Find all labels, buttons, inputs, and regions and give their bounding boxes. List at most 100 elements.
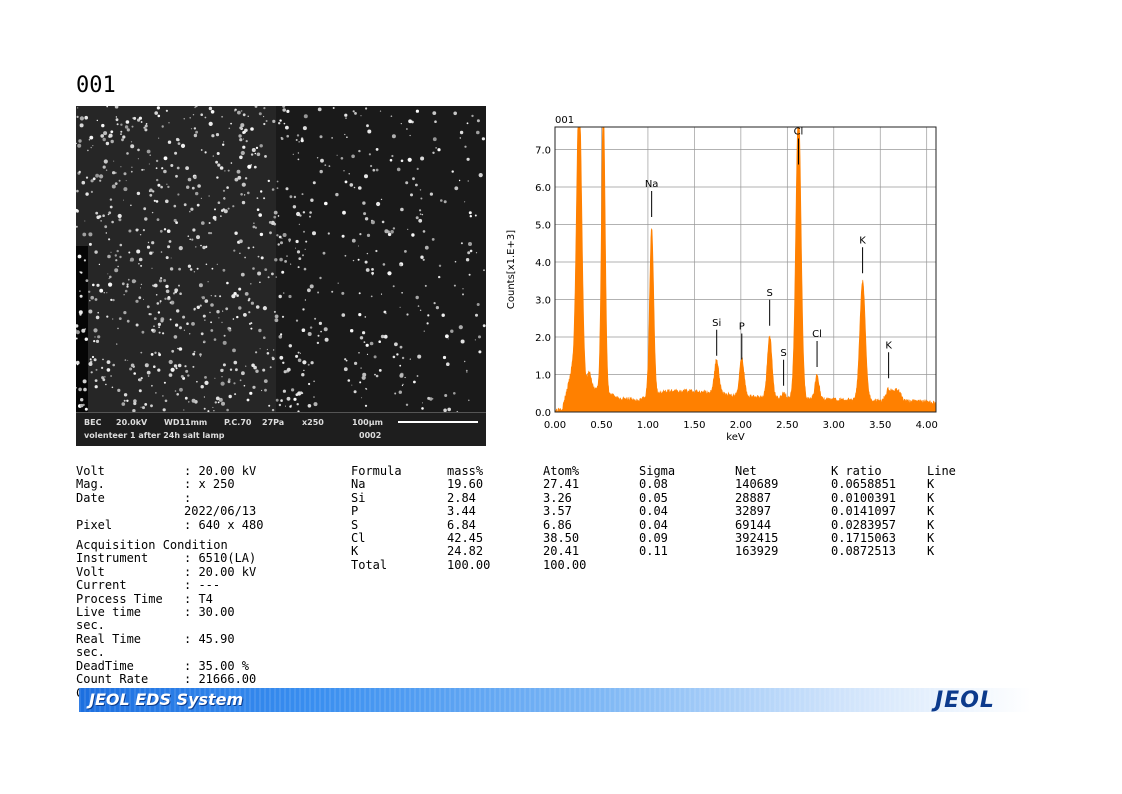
eds-spectrum-chart: 0.00 0.50 1.00 1.50 2.00 2.50 3.00 3.50 4.00 0.0 1… [506, 115, 938, 443]
results-cell [927, 559, 967, 572]
acquisition-row: Count Rate: 21666.00 [76, 672, 276, 686]
acquisition-value: : T4 [184, 591, 213, 606]
sem-mag: x250 [302, 418, 324, 427]
results-cell: 0.09 [639, 531, 668, 546]
results-cell: 2.84 [447, 490, 476, 505]
condition-label: Pixel [76, 517, 113, 532]
acquisition-label: Volt [76, 564, 105, 579]
acquisition-label: Live time [76, 605, 142, 620]
peak-label: P [739, 322, 745, 333]
acquisition-label: Current [76, 578, 127, 593]
results-cell: 0.0100391 [831, 490, 897, 505]
results-cell: 3.57 [543, 504, 572, 519]
sem-wd: WD11mm [164, 418, 208, 427]
acquisition-row: sec. [76, 645, 276, 659]
condition-label: Date [76, 490, 105, 505]
results-cell: 100.00 [447, 557, 491, 572]
results-cell: Cl [351, 531, 366, 546]
results-cell: P [351, 504, 359, 519]
x-tick-label: 1.50 [683, 420, 705, 431]
y-tick-label: 5.0 [535, 221, 551, 232]
sem-number: 0002 [359, 431, 382, 440]
acquisition-row: Instrument: 6510(LA) [76, 552, 276, 566]
peak-label: K [885, 340, 892, 351]
results-cell: 0.0658851 [831, 477, 897, 492]
condition-label: Mag. [76, 477, 105, 492]
results-cell: 0.11 [639, 544, 668, 559]
results-cell: 0.0872513 [831, 544, 897, 559]
x-tick-label: 1.00 [637, 420, 659, 431]
y-tick-label: 1.0 [535, 371, 551, 382]
results-cell: 38.50 [543, 531, 580, 546]
spectrum-area [554, 126, 937, 413]
sem-pc: P.C.70 [224, 418, 252, 427]
sem-scale-label: 100µm [352, 418, 383, 427]
acquisition-row: Process Time : T4 [76, 591, 276, 606]
footer-title: JEOL EDS System [89, 690, 244, 709]
acquisition-label: Process Time [76, 591, 163, 606]
y-tick-label: 4.0 [535, 258, 551, 269]
results-cell: 0.05 [639, 490, 668, 505]
acquisition-row: Real Time: 45.90 [76, 631, 276, 646]
results-cell: 19.60 [447, 477, 484, 492]
sem-pressure: 27Pa [262, 418, 285, 427]
results-cell: K [927, 477, 935, 492]
results-header-cell: Atom% [543, 464, 580, 478]
condition-value: : [184, 490, 192, 505]
peak-label: S [780, 348, 786, 359]
acquisition-value: : 30.00 [184, 605, 235, 620]
sem-sample: volenteer 1 after 24h salt lamp [84, 431, 225, 440]
acquisition-title: Acquisition Condition [76, 538, 228, 553]
results-cell: 3.26 [543, 490, 572, 505]
results-cell: 392415 [735, 531, 779, 546]
results-cell: 42.45 [447, 531, 484, 546]
acquisition-label: Real Time [76, 631, 142, 646]
results-cell: 0.0141097 [831, 504, 897, 519]
results-cell: S [351, 517, 359, 532]
jeol-logo: JEOL [935, 688, 995, 713]
footer-banner: JEOL EDS System JEOL [79, 688, 1031, 713]
acquisition-value [184, 619, 276, 632]
results-row: Cl 42.45 38.50 0.09 392415 0.1715063 K [351, 531, 967, 546]
y-axis-label: Counts[x1.E+3] [506, 230, 517, 309]
x-tick-label: 2.00 [730, 420, 752, 431]
sem-texture [76, 106, 486, 412]
report-id: 001 [76, 73, 116, 98]
x-tick-label: 0.00 [544, 420, 566, 431]
condition-row: Mag. : x 250 [76, 477, 276, 492]
plot-frame [554, 126, 937, 413]
acquisition-row: DeadTime: 35.00 % [76, 658, 276, 673]
x-axis-label: keV [726, 432, 745, 443]
x-tick-label: 4.00 [916, 420, 938, 431]
condition-row: Date: [76, 490, 276, 505]
condition-value: : x 250 [184, 477, 235, 492]
y-tick-label: 7.0 [535, 146, 551, 157]
results-header-cell: Formula [351, 464, 402, 478]
condition-value: : 640 x 480 [184, 517, 264, 532]
results-cell: 0.04 [639, 504, 668, 519]
chart-title: 001 [555, 115, 574, 126]
y-tick-label: 2.0 [535, 333, 551, 344]
results-cell: 0.08 [639, 477, 668, 492]
sem-scale-bar [398, 421, 478, 423]
results-cell: Si [351, 490, 366, 505]
results-cell: 6.84 [447, 517, 476, 532]
acquisition-value: : 35.00 % [184, 658, 250, 673]
x-tick-label: 2.50 [776, 420, 798, 431]
results-header-cell: mass% [447, 464, 484, 478]
acquisition-value: : 20.00 kV [184, 564, 257, 579]
results-cell: Total [351, 557, 388, 572]
results-row: P 3.44 3.57 0.04 32897 0.0141097 K [351, 504, 967, 519]
results-cell: K [927, 531, 935, 546]
condition-label: Volt [76, 464, 105, 478]
results-table: Formula mass% Atom% Sigma Net K ratio Line Na 1… [351, 464, 967, 572]
results-cell: 20.41 [543, 544, 580, 559]
condition-value: 2022/06/13 [184, 504, 257, 519]
results-cell: Na [351, 477, 366, 492]
results-cell [831, 559, 927, 572]
results-cell: K [927, 490, 935, 505]
acquisition-value: : --- [184, 578, 221, 593]
sem-image: BEC 20.0kV WD11mm P.C.70 27Pa x250 100µm… [76, 106, 486, 446]
condition-row: 2022/06/13 [76, 504, 276, 519]
results-row: K 24.82 20.41 0.11 163929 0.0872513 K [351, 544, 967, 559]
